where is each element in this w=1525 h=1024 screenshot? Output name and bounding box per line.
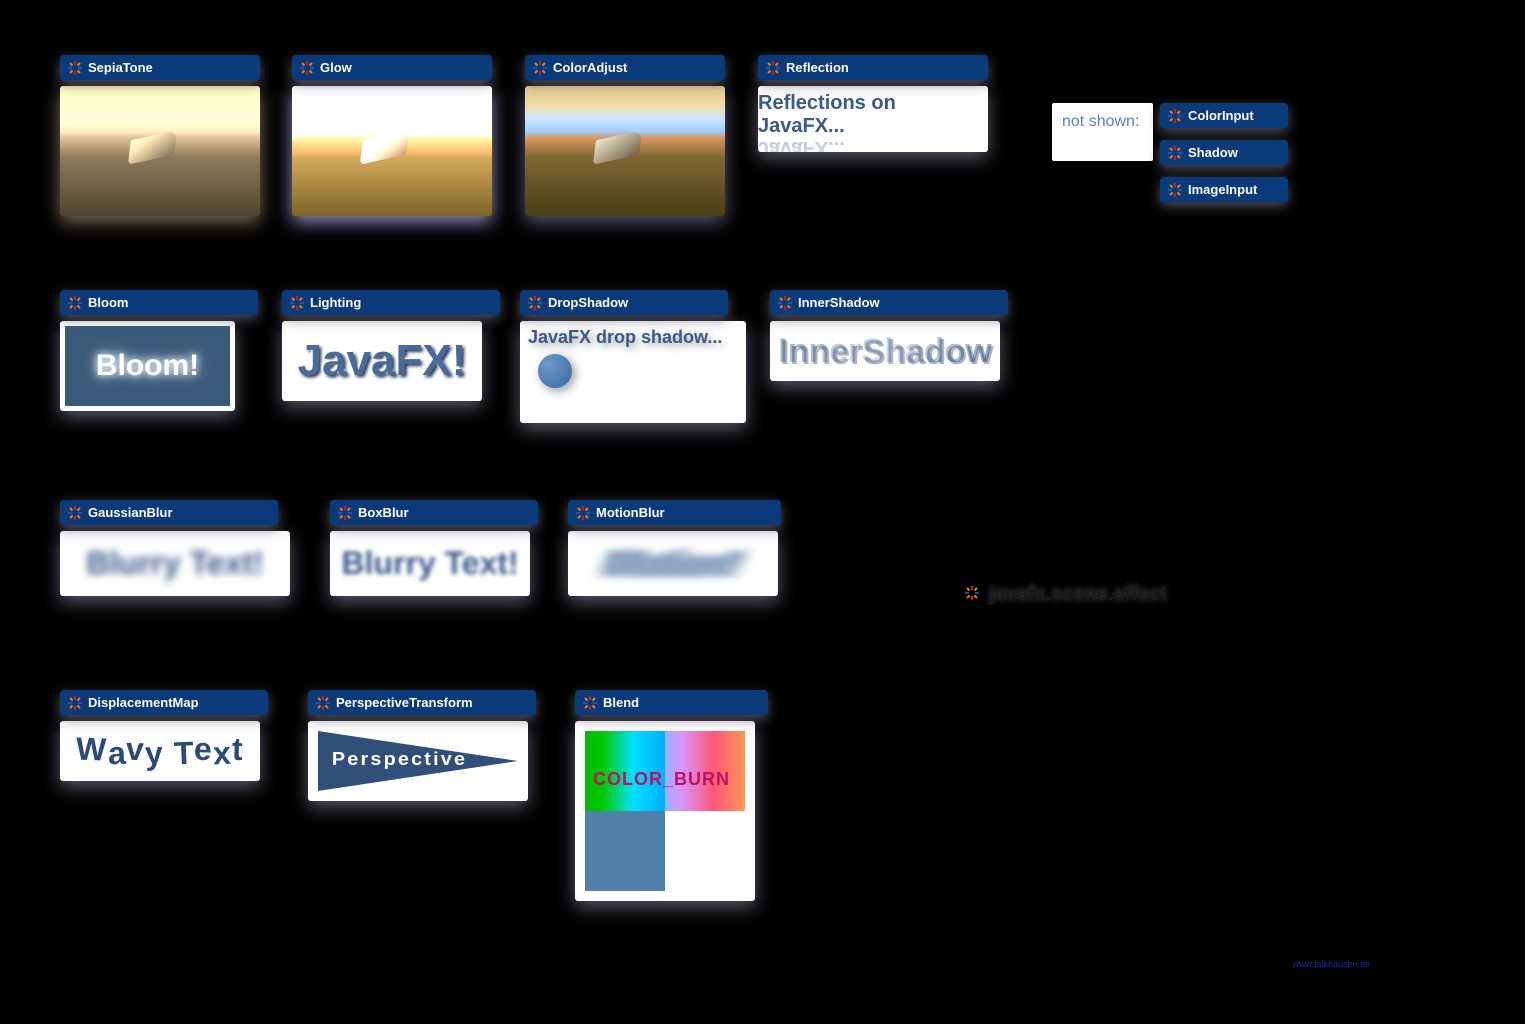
title-coloradjust: ColorAdjust <box>553 60 627 75</box>
perspective-text: Perspective <box>332 749 467 770</box>
spark-icon <box>68 696 82 710</box>
card-innershadow: InnerShadow InnerShadow <box>770 290 1008 381</box>
title-displacement: DisplacementMap <box>88 695 199 710</box>
title-bloom: Bloom <box>88 295 128 310</box>
demo-displacement: Wavy Text <box>60 721 260 781</box>
demo-dropshadow: JavaFX drop shadow... <box>520 321 746 423</box>
spark-icon <box>300 61 314 75</box>
spark-icon <box>68 61 82 75</box>
title-gaussianblur: GaussianBlur <box>88 505 173 520</box>
footer-link[interactable]: www.falkhausen.de <box>1292 959 1370 969</box>
title-motionblur: MotionBlur <box>596 505 665 520</box>
title-imageinput: ImageInput <box>1188 182 1257 197</box>
spark-icon <box>1168 183 1182 197</box>
innershadow-text: InnerShadow <box>778 332 991 371</box>
header-motionblur: MotionBlur <box>568 500 781 525</box>
header-displacement: DisplacementMap <box>60 690 268 715</box>
demo-gaussianblur: Blurry Text! <box>60 531 290 596</box>
demo-boxblur: Blurry Text! <box>330 531 530 596</box>
spark-icon <box>1168 146 1182 160</box>
header-reflection: Reflection <box>758 55 988 80</box>
spark-icon <box>533 61 547 75</box>
boxblur-text: Blurry Text! <box>341 545 518 582</box>
card-lighting: Lighting JavaFX! <box>282 290 500 401</box>
card-sepiatone: SepiaTone <box>60 55 260 216</box>
card-bloom: Bloom Bloom! <box>60 290 258 411</box>
header-glow: Glow <box>292 55 492 80</box>
title-blend: Blend <box>603 695 639 710</box>
header-imageinput: ImageInput <box>1160 177 1288 202</box>
card-perspective: PerspectiveTransform Perspective <box>308 690 536 801</box>
spark-icon <box>576 506 590 520</box>
spark-icon <box>290 296 304 310</box>
demo-bloom-wrap: Bloom! <box>60 321 235 411</box>
package-label: javafx.scene.effect <box>965 583 1167 606</box>
gaussianblur-text: Blurry Text! <box>86 545 263 582</box>
blend-square <box>665 811 745 891</box>
dropshadow-circle <box>538 354 572 388</box>
demo-sepiatone <box>60 86 260 216</box>
demo-motionblur: Motion! <box>568 531 778 596</box>
demo-innershadow: InnerShadow <box>770 321 1000 381</box>
spark-icon <box>68 296 82 310</box>
card-glow: Glow <box>292 55 492 216</box>
spark-icon <box>766 61 780 75</box>
demo-blend: COLOR_BURN <box>575 721 755 901</box>
demo-glow <box>292 86 492 216</box>
header-boxblur: BoxBlur <box>330 500 538 525</box>
motionblur-text: Motion! <box>604 543 743 585</box>
header-blend: Blend <box>575 690 768 715</box>
card-blend: Blend COLOR_BURN <box>575 690 768 901</box>
header-shadow: Shadow <box>1160 140 1288 165</box>
header-innershadow: InnerShadow <box>770 290 1008 315</box>
spark-icon <box>316 696 330 710</box>
wavy-text: Wavy Text <box>76 733 243 770</box>
demo-perspective: Perspective <box>308 721 528 801</box>
title-sepiatone: SepiaTone <box>88 60 153 75</box>
title-shadow: Shadow <box>1188 145 1238 160</box>
title-lighting: Lighting <box>310 295 361 310</box>
title-boxblur: BoxBlur <box>358 505 409 520</box>
header-lighting: Lighting <box>282 290 500 315</box>
header-colorinput: ColorInput <box>1160 103 1288 128</box>
blend-text: COLOR_BURN <box>593 769 730 790</box>
package-text: javafx.scene.effect <box>989 583 1167 606</box>
card-dropshadow: DropShadow JavaFX drop shadow... <box>520 290 746 423</box>
card-displacement: DisplacementMap Wavy Text <box>60 690 268 781</box>
blend-square <box>585 811 665 891</box>
notshown-label: not shown: <box>1062 113 1139 130</box>
header-coloradjust: ColorAdjust <box>525 55 725 80</box>
title-dropshadow: DropShadow <box>548 295 628 310</box>
header-dropshadow: DropShadow <box>520 290 728 315</box>
spark-icon <box>528 296 542 310</box>
title-innershadow: InnerShadow <box>798 295 880 310</box>
card-coloradjust: ColorAdjust <box>525 55 725 216</box>
notshown-box: not shown: <box>1052 103 1153 161</box>
spark-icon <box>1168 109 1182 123</box>
card-gaussianblur: GaussianBlur Blurry Text! <box>60 500 290 596</box>
demo-lighting: JavaFX! <box>282 321 482 401</box>
header-sepiatone: SepiaTone <box>60 55 260 80</box>
spark-icon <box>338 506 352 520</box>
spark-icon <box>965 586 983 604</box>
reflection-text: Reflections on JavaFX... <box>758 92 988 138</box>
demo-coloradjust <box>525 86 725 216</box>
title-glow: Glow <box>320 60 352 75</box>
card-motionblur: MotionBlur Motion! <box>568 500 781 596</box>
title-perspective: PerspectiveTransform <box>336 695 473 710</box>
header-perspective: PerspectiveTransform <box>308 690 536 715</box>
header-bloom: Bloom <box>60 290 258 315</box>
card-reflection: Reflection Reflections on JavaFX... Refl… <box>758 55 988 152</box>
header-gaussianblur: GaussianBlur <box>60 500 278 525</box>
title-reflection: Reflection <box>786 60 849 75</box>
spark-icon <box>583 696 597 710</box>
spark-icon <box>778 296 792 310</box>
spark-icon <box>68 506 82 520</box>
card-boxblur: BoxBlur Blurry Text! <box>330 500 538 596</box>
demo-bloom: Bloom! <box>65 326 230 406</box>
demo-reflection: Reflections on JavaFX... Reflections on … <box>758 86 988 152</box>
dropshadow-text: JavaFX drop shadow... <box>528 327 738 348</box>
title-colorinput: ColorInput <box>1188 108 1254 123</box>
reflection-mirror: Reflections on JavaFX... <box>758 136 988 152</box>
